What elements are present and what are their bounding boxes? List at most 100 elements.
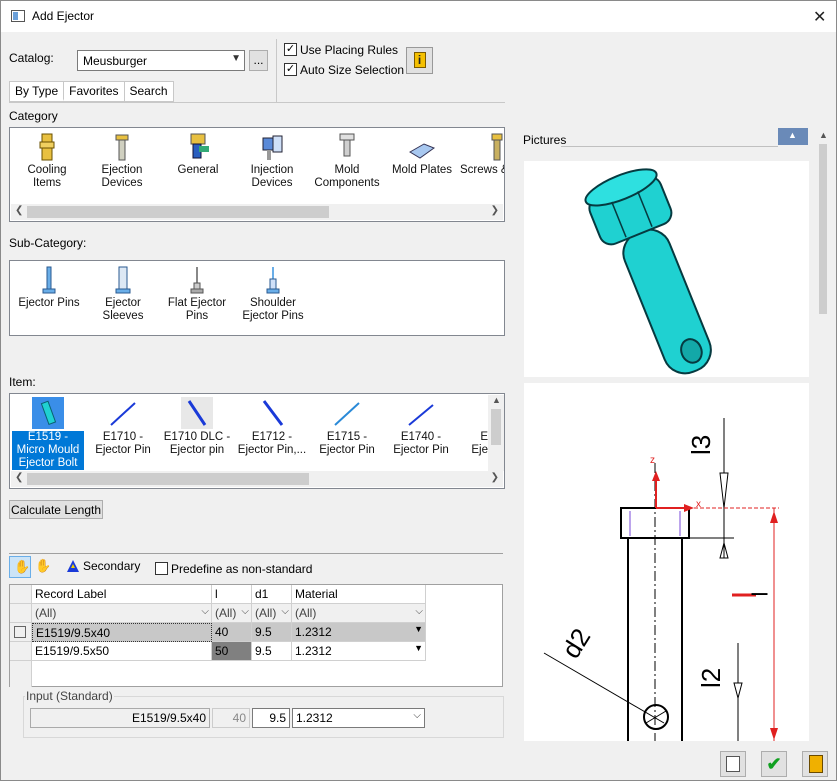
row-header[interactable]: [10, 623, 32, 642]
column-header[interactable]: Material: [292, 585, 426, 604]
subcategory-item-ejector-pins[interactable]: Ejector Pins: [14, 265, 84, 310]
auto-size-checkbox[interactable]: ✓: [284, 63, 297, 76]
column-header[interactable]: d1: [252, 585, 292, 604]
table-cell[interactable]: 9.5: [252, 642, 292, 661]
chevron-up-icon[interactable]: ▲: [492, 395, 501, 405]
category-item-mold-plates[interactable]: Mold Plates: [388, 132, 456, 177]
item-vscroll[interactable]: ▲: [488, 395, 504, 471]
chevron-down-icon: ⌵: [201, 606, 209, 617]
tab-search[interactable]: Search: [125, 82, 173, 101]
chevron-up-icon: ▲: [788, 130, 797, 140]
ejector-pin-icon: [331, 397, 363, 429]
table-cell[interactable]: 1.2312 ▼: [292, 642, 426, 661]
injection-icon: [258, 132, 286, 162]
subcategory-item-shoulder-ejector-pins[interactable]: Shoulder Ejector Pins: [236, 265, 310, 323]
category-label-text: Mold Plates: [391, 164, 453, 176]
filter-value: (All): [35, 606, 57, 620]
catalog-select[interactable]: Meusburger ▼: [77, 50, 245, 71]
filter-d1[interactable]: (All) ⌵: [252, 604, 292, 623]
subcategory-item-flat-ejector-pins[interactable]: Flat Ejector Pins: [162, 265, 232, 323]
category-item-cooling[interactable]: Cooling Items: [12, 132, 82, 190]
use-placing-rules-checkbox[interactable]: ✓: [284, 43, 297, 56]
ok-button[interactable]: ✔: [761, 751, 787, 777]
chevron-down-icon[interactable]: ▼: [414, 624, 423, 634]
filter-record[interactable]: (All) ⌵: [32, 604, 212, 623]
column-header[interactable]: Record Label: [32, 585, 212, 604]
scroll-thumb[interactable]: [27, 206, 329, 218]
table-cell[interactable]: 50: [212, 642, 252, 661]
subcategory-item-ejector-sleeves[interactable]: Ejector Sleeves: [88, 265, 158, 323]
item-list: E1519 - Micro Mould Ejector Bolt E1710 -…: [9, 393, 505, 489]
table-cell[interactable]: 1.2312 ▼: [292, 623, 426, 642]
properties-button[interactable]: [720, 751, 746, 777]
item-partial[interactable]: E Eje: [462, 397, 488, 457]
chevron-left-icon[interactable]: ❮: [15, 472, 23, 483]
catalog-browse-button[interactable]: ...: [249, 50, 268, 71]
table-cell[interactable]: 9.5: [252, 623, 292, 642]
item-e1740[interactable]: E1740 - Ejector Pin: [386, 397, 456, 457]
table-cell[interactable]: E1519/9.5x50: [32, 642, 212, 661]
scroll-thumb[interactable]: [819, 144, 827, 314]
ejector-pin-icon: [405, 397, 437, 429]
filter-l[interactable]: (All) ⌵: [212, 604, 252, 623]
table-cell[interactable]: E1519/9.5x40: [32, 623, 212, 642]
predefine-label: Predefine as non-standard: [171, 562, 313, 576]
category-item-mold-components[interactable]: Mold Components: [312, 132, 382, 190]
mold-plates-icon: [408, 132, 436, 162]
category-scrollbar[interactable]: ❮ ❯: [11, 204, 503, 220]
category-item-ejection[interactable]: Ejection Devices: [88, 132, 156, 190]
chevron-right-icon[interactable]: ❯: [491, 472, 499, 483]
secondary-button[interactable]: Secondary: [83, 559, 140, 573]
predefine-checkbox[interactable]: [155, 562, 168, 575]
scroll-thumb[interactable]: [27, 473, 309, 485]
item-label: Item:: [9, 375, 36, 389]
category-item-injection[interactable]: Injection Devices: [238, 132, 306, 190]
ejector-sleeve-icon: [109, 265, 137, 295]
item-e1710-dlc[interactable]: E1710 DLC - Ejector pin: [162, 397, 232, 457]
item-e1712[interactable]: E1712 - Ejector Pin,...: [236, 397, 308, 457]
chevron-down-icon[interactable]: ▼: [414, 643, 423, 653]
scroll-thumb[interactable]: [491, 409, 501, 445]
chevron-left-icon[interactable]: ❮: [15, 205, 23, 216]
divider: [9, 553, 503, 554]
secondary-icon: [65, 558, 81, 574]
primary-toggle[interactable]: ✋: [9, 556, 31, 578]
ejector-pin-icon: [181, 397, 213, 429]
app-icon: [11, 10, 25, 22]
category-item-screws[interactable]: Screws &: [460, 132, 504, 177]
subcategory-label-text: Shoulder Ejector Pins: [242, 297, 304, 322]
item-e1519[interactable]: E1519 - Micro Mould Ejector Bolt: [12, 397, 84, 470]
item-label-text: E1710 - Ejector Pin: [95, 431, 151, 456]
close-icon[interactable]: ✕: [813, 7, 826, 27]
filter-material[interactable]: (All) ⌵: [292, 604, 426, 623]
item-e1710[interactable]: E1710 - Ejector Pin: [88, 397, 158, 457]
axis-x-label: x: [696, 499, 701, 510]
tab-bar: By Type Favorites Search: [9, 81, 174, 102]
ejector-pin-icon: [465, 397, 485, 429]
item-e1715[interactable]: E1715 - Ejector Pin: [312, 397, 382, 457]
tab-favorites[interactable]: Favorites: [64, 82, 125, 101]
calculate-length-button[interactable]: Calculate Length: [9, 500, 103, 519]
info-button[interactable]: i: [406, 47, 433, 74]
dimension-drawing: [543, 418, 779, 741]
pictures-vscroll[interactable]: ▲: [816, 128, 830, 741]
item-label-text: E1712 - Ejector Pin,...: [237, 431, 307, 456]
category-label: Category: [9, 109, 58, 123]
chevron-right-icon[interactable]: ❯: [491, 205, 499, 216]
item-hscroll[interactable]: ❮ ❯: [11, 471, 503, 487]
input-material-select[interactable]: 1.2312 ⌵: [292, 708, 425, 728]
collapse-pictures-button[interactable]: ▲: [778, 128, 808, 145]
table-cell[interactable]: 40: [212, 623, 252, 642]
row-header[interactable]: [10, 642, 32, 661]
category-label-text: General: [177, 164, 219, 176]
tab-by-type[interactable]: By Type: [10, 82, 65, 101]
category-list: Cooling Items Ejection Devices General I…: [9, 127, 505, 222]
chevron-up-icon[interactable]: ▲: [819, 130, 828, 140]
category-item-general[interactable]: General: [164, 132, 232, 177]
cancel-button[interactable]: [802, 751, 828, 777]
ejector-pin-icon: [107, 397, 139, 429]
input-d1-field[interactable]: 9.5: [252, 708, 290, 728]
remove-button[interactable]: ✋: [35, 558, 53, 576]
chevron-down-icon: ⌵: [415, 606, 423, 617]
column-header[interactable]: l: [212, 585, 252, 604]
